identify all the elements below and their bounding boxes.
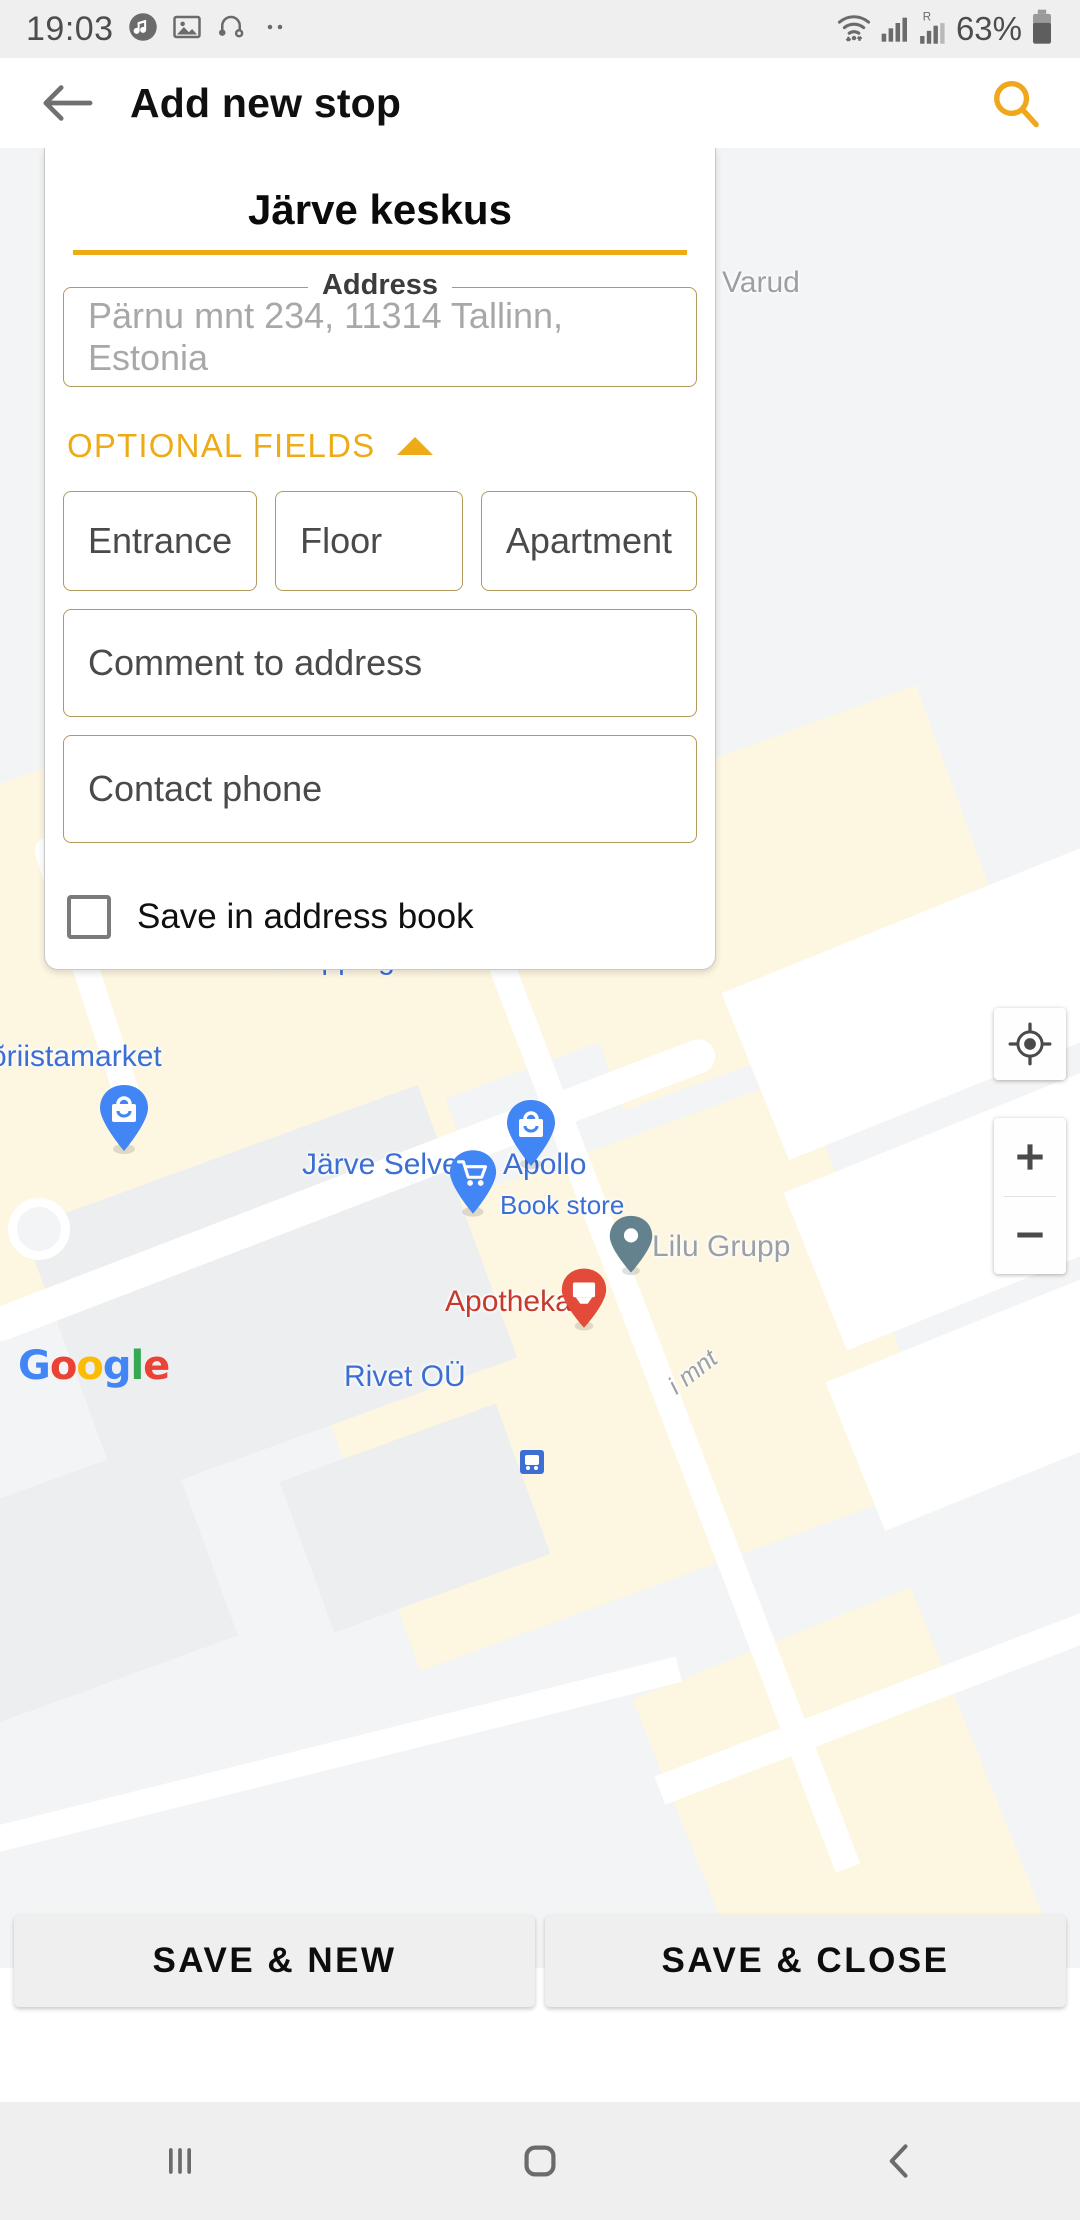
- phone-screen: Varud Shopping mall õriistamarket Järve …: [0, 0, 1080, 2220]
- battery-percent-label: 63%: [955, 10, 1022, 47]
- floor-field-placeholder: Floor: [300, 520, 383, 561]
- battery-icon: [1030, 9, 1054, 50]
- plus-icon: [1017, 1144, 1043, 1170]
- stop-name-underline: [73, 250, 687, 255]
- status-bar: 19:03 R 63%: [0, 0, 1080, 58]
- headphones-icon: [216, 12, 246, 47]
- svg-text:R: R: [923, 11, 931, 23]
- wifi-icon: [836, 10, 872, 49]
- phone-field-placeholder: Contact phone: [88, 768, 323, 809]
- map-block: [0, 1438, 238, 1728]
- store-pin-icon[interactable]: [98, 1083, 150, 1160]
- optional-fields-label: OPTIONAL FIELDS: [67, 427, 376, 464]
- bus-stop-icon[interactable]: [518, 1448, 546, 1481]
- signal-roaming-icon: R: [918, 9, 948, 50]
- search-button[interactable]: [982, 70, 1048, 136]
- save-address-book-checkbox[interactable]: [67, 895, 111, 939]
- address-field-value: Pärnu mnt 234, 11314 Tallinn, Estonia: [88, 295, 563, 378]
- apartment-field[interactable]: Apartment: [480, 491, 697, 591]
- signal-icon: [880, 11, 910, 48]
- music-note-icon: [128, 12, 158, 47]
- back-arrow-icon: [43, 85, 93, 121]
- optional-fields-toggle[interactable]: OPTIONAL FIELDS: [63, 387, 697, 491]
- back-button[interactable]: [32, 68, 102, 138]
- google-attribution-logo: Google: [18, 1343, 170, 1389]
- status-bar-clock: 19:03: [26, 9, 114, 48]
- my-location-button[interactable]: [994, 1008, 1066, 1080]
- minus-icon: [1017, 1232, 1043, 1238]
- my-location-icon: [1008, 1022, 1052, 1066]
- map-label-rivet-ou: Rivet OÜ: [344, 1360, 466, 1393]
- recents-icon: [169, 2148, 191, 2174]
- map-label-apotheka: Apotheka: [445, 1285, 572, 1318]
- save-address-book-label: Save in address book: [137, 897, 474, 936]
- app-bar: Add new stop: [0, 58, 1080, 148]
- entrance-field-placeholder: Entrance: [88, 520, 233, 561]
- comment-field[interactable]: Comment to address: [63, 609, 697, 717]
- zoom-in-button[interactable]: [994, 1118, 1066, 1196]
- save-address-book-row[interactable]: Save in address book: [63, 843, 697, 939]
- map-label-varud: Varud: [722, 266, 800, 299]
- map-roundabout: [8, 1198, 70, 1260]
- zoom-controls[interactable]: [994, 1118, 1066, 1274]
- home-icon: [524, 2145, 556, 2177]
- pharmacy-pin-icon[interactable]: [560, 1266, 608, 1339]
- map-label-jarve-selver: Järve Selver: [302, 1148, 469, 1181]
- nav-recents-button[interactable]: [100, 2116, 260, 2206]
- stop-name-title: Järve keskus: [248, 186, 512, 233]
- chevron-up-icon: [397, 437, 434, 455]
- add-stop-form-card: Järve keskus Address Pärnu mnt 234, 1131…: [44, 148, 716, 970]
- save-and-close-button[interactable]: SAVE & CLOSE: [545, 1915, 1066, 2007]
- generic-pin-icon[interactable]: [608, 1213, 654, 1284]
- floor-field[interactable]: Floor: [275, 491, 463, 591]
- phone-field[interactable]: Contact phone: [63, 735, 697, 843]
- save-and-new-button[interactable]: SAVE & NEW: [14, 1915, 535, 2007]
- address-field-legend: Address: [307, 269, 453, 302]
- image-icon: [172, 12, 202, 47]
- supermarket-pin-icon[interactable]: [448, 1148, 498, 1223]
- zoom-out-button[interactable]: [994, 1197, 1066, 1275]
- search-icon: [994, 80, 1039, 128]
- apartment-field-placeholder: Apartment: [505, 520, 672, 561]
- entrance-field[interactable]: Entrance: [63, 491, 258, 591]
- page-title: Add new stop: [130, 79, 402, 126]
- bookstore-pin-icon[interactable]: [505, 1098, 557, 1175]
- optional-small-fields-row: Entrance Floor Apartment: [63, 491, 697, 591]
- map-label-lilu-grupp: Lilu Grupp: [652, 1230, 791, 1263]
- system-nav-bar: [0, 2102, 1080, 2220]
- comment-field-placeholder: Comment to address: [88, 642, 423, 683]
- map-road: [0, 1656, 682, 1866]
- nav-back-icon: [889, 2144, 908, 2178]
- nav-back-button[interactable]: [820, 2116, 980, 2206]
- bottom-action-bar: SAVE & NEW SAVE & CLOSE: [0, 1915, 1080, 2007]
- more-dots-icon: [260, 12, 290, 47]
- address-field[interactable]: Address Pärnu mnt 234, 11314 Tallinn, Es…: [63, 269, 697, 387]
- nav-home-button[interactable]: [460, 2116, 620, 2206]
- map-label-book-store: Book store: [500, 1190, 625, 1220]
- map-label-oriistamarket: õriistamarket: [0, 1040, 162, 1073]
